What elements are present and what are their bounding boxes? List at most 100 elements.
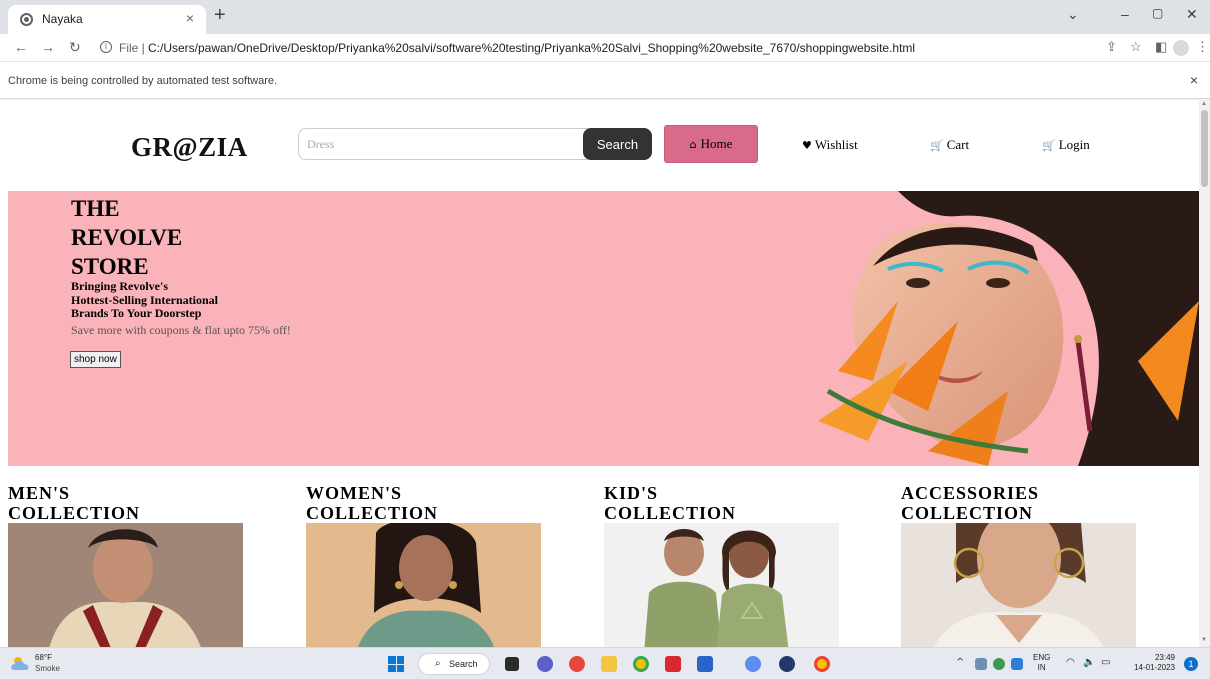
page-viewport: GR@ZIA Search ⌂ Home ♥ Wishlist 🛒 Cart 🛒… — [0, 100, 1199, 647]
tab-close-icon[interactable]: × — [186, 10, 194, 26]
weather-description[interactable]: Smoke — [35, 664, 60, 673]
tab-search-chevron-icon[interactable]: ⌄ — [1067, 6, 1079, 23]
collection-title-line: COLLECTION — [8, 503, 141, 523]
hero-title-line: STORE — [71, 254, 149, 279]
nav-wishlist-link[interactable]: ♥ Wishlist — [802, 137, 858, 153]
search-input[interactable] — [298, 128, 588, 160]
reload-icon[interactable]: ↻ — [69, 39, 81, 56]
collection-title-line: ACCESSORIES — [901, 483, 1040, 503]
collection-title: WOMEN'S COLLECTION — [306, 483, 541, 523]
hero-subtitle-line: Bringing Revolve's — [71, 279, 169, 293]
collection-title: ACCESSORIES COLLECTION — [901, 483, 1136, 523]
eclipse-icon[interactable] — [745, 656, 761, 672]
tray-app-icon[interactable] — [1011, 658, 1023, 670]
kids-collection-image[interactable] — [604, 523, 839, 647]
widgets-icon[interactable] — [569, 656, 585, 672]
language-indicator[interactable]: ENG IN — [1033, 653, 1050, 673]
battery-icon[interactable]: ▭ — [1101, 657, 1110, 668]
site-logo[interactable]: GR@ZIA — [131, 132, 248, 163]
collection-title-line: COLLECTION — [901, 503, 1034, 523]
forward-arrow-icon[interactable]: → — [41, 39, 55, 55]
address-bar[interactable]: i File | C:/Users/pawan/OneDrive/Desktop… — [92, 38, 1100, 59]
windows-taskbar: 68°F Smoke ⌕ Search ^ ENG IN ◠ 🔈 ▭ 23:49… — [0, 647, 1210, 679]
bookmark-star-icon[interactable]: ☆ — [1130, 39, 1142, 55]
nav-login-label: Login — [1058, 137, 1090, 152]
hero-title-line: THE — [71, 196, 120, 221]
collection-men[interactable]: MEN'S COLLECTION — [8, 483, 243, 647]
hero-title-line: REVOLVE — [71, 225, 183, 250]
nav-home-button[interactable]: ⌂ Home — [664, 125, 758, 163]
system-clock[interactable]: 23:49 14-01-2023 — [1127, 653, 1175, 673]
weather-cloud-icon[interactable] — [10, 655, 32, 671]
tray-overflow-chevron-icon[interactable]: ^ — [956, 657, 964, 668]
profile-icon[interactable] — [1173, 40, 1189, 56]
infobar-close-icon[interactable]: × — [1190, 72, 1198, 88]
nav-home-label: Home — [700, 136, 733, 151]
app-icon[interactable] — [779, 656, 795, 672]
file-explorer-icon[interactable] — [601, 656, 617, 672]
url-text[interactable]: C:/Users/pawan/OneDrive/Desktop/Priyanka… — [148, 41, 915, 55]
hero-model-photo — [818, 191, 1199, 466]
tray-app-icon[interactable] — [993, 658, 1005, 670]
search-icon: ⌕ — [435, 658, 441, 669]
hero-subtitle-line: Hottest-Selling International — [71, 292, 218, 307]
browser-tab[interactable]: Nayaka × — [8, 5, 206, 34]
scroll-up-arrow-icon[interactable]: ▲ — [1201, 101, 1207, 107]
word-icon[interactable] — [697, 656, 713, 672]
clock-date: 14-01-2023 — [1134, 663, 1175, 672]
chrome-icon[interactable] — [633, 656, 649, 672]
cart-icon: 🛒 — [1042, 138, 1056, 152]
new-tab-button[interactable]: + — [214, 4, 226, 27]
collection-title-line: MEN'S — [8, 483, 71, 503]
browser-toolbar: ← → ↻ i File | C:/Users/pawan/OneDrive/D… — [0, 34, 1210, 62]
collection-title-line: COLLECTION — [306, 503, 439, 523]
taskbar-search[interactable]: ⌕ Search — [418, 653, 490, 675]
acrobat-icon[interactable] — [665, 656, 681, 672]
kebab-menu-icon[interactable]: ⋮ — [1196, 39, 1209, 55]
women-collection-image[interactable] — [306, 523, 541, 647]
scroll-down-arrow-icon[interactable]: ▼ — [1201, 637, 1207, 643]
nav-cart-link[interactable]: 🛒 Cart — [930, 137, 969, 153]
tray-app-icon[interactable] — [975, 658, 987, 670]
side-panel-icon[interactable]: ◧ — [1155, 39, 1167, 55]
file-scheme-label: File | — [119, 41, 145, 55]
globe-icon — [20, 13, 33, 26]
automation-infobar: Chrome is being controlled by automated … — [0, 63, 1210, 99]
volume-icon[interactable]: 🔈 — [1083, 657, 1095, 668]
close-window-icon[interactable]: ✕ — [1186, 6, 1198, 23]
scrollbar-thumb[interactable] — [1201, 110, 1208, 187]
taskbar-search-label: Search — [449, 659, 478, 669]
windows-start-icon[interactable] — [388, 656, 404, 672]
collection-women[interactable]: WOMEN'S COLLECTION — [306, 483, 541, 647]
home-icon: ⌂ — [689, 137, 697, 151]
hero-subtitle-line: Brands To Your Doorstep — [71, 306, 202, 320]
notification-badge[interactable]: 1 — [1184, 657, 1198, 671]
back-arrow-icon[interactable]: ← — [14, 39, 28, 55]
minimize-icon[interactable]: – — [1121, 6, 1129, 22]
nav-login-link[interactable]: 🛒 Login — [1042, 137, 1090, 153]
restore-icon[interactable]: ▢ — [1152, 6, 1163, 20]
tab-title: Nayaka — [42, 12, 83, 26]
wifi-icon[interactable]: ◠ — [1066, 657, 1075, 668]
weather-temperature[interactable]: 68°F — [35, 653, 52, 662]
collection-kids[interactable]: KID'S COLLECTION — [604, 483, 839, 647]
share-icon[interactable]: ⇪ — [1106, 39, 1117, 55]
men-collection-image[interactable] — [8, 523, 243, 647]
accessories-collection-image[interactable] — [901, 523, 1136, 647]
chrome-active-icon[interactable] — [814, 656, 830, 672]
hero-offer-text: Save more with coupons & flat upto 75% o… — [71, 323, 291, 337]
page-scrollbar[interactable]: ▲ ▼ — [1199, 100, 1210, 647]
heart-icon: ♥ — [802, 138, 812, 152]
tab-strip: Nayaka × + ⌄ – ▢ ✕ — [0, 0, 1210, 34]
collection-accessories[interactable]: ACCESSORIES COLLECTION — [901, 483, 1136, 647]
teams-chat-icon[interactable] — [537, 656, 553, 672]
hero-banner: THE REVOLVE STORE Bringing Revolve's Hot… — [8, 191, 1199, 466]
search-button[interactable]: Search — [583, 128, 652, 160]
collection-title: KID'S COLLECTION — [604, 483, 839, 523]
task-view-icon[interactable] — [505, 657, 519, 671]
infobar-message: Chrome is being controlled by automated … — [8, 75, 278, 87]
nav-cart-label: Cart — [946, 137, 970, 152]
language-code: ENG — [1033, 653, 1051, 662]
info-icon[interactable]: i — [100, 41, 112, 53]
shop-now-button[interactable]: shop now — [70, 351, 121, 368]
